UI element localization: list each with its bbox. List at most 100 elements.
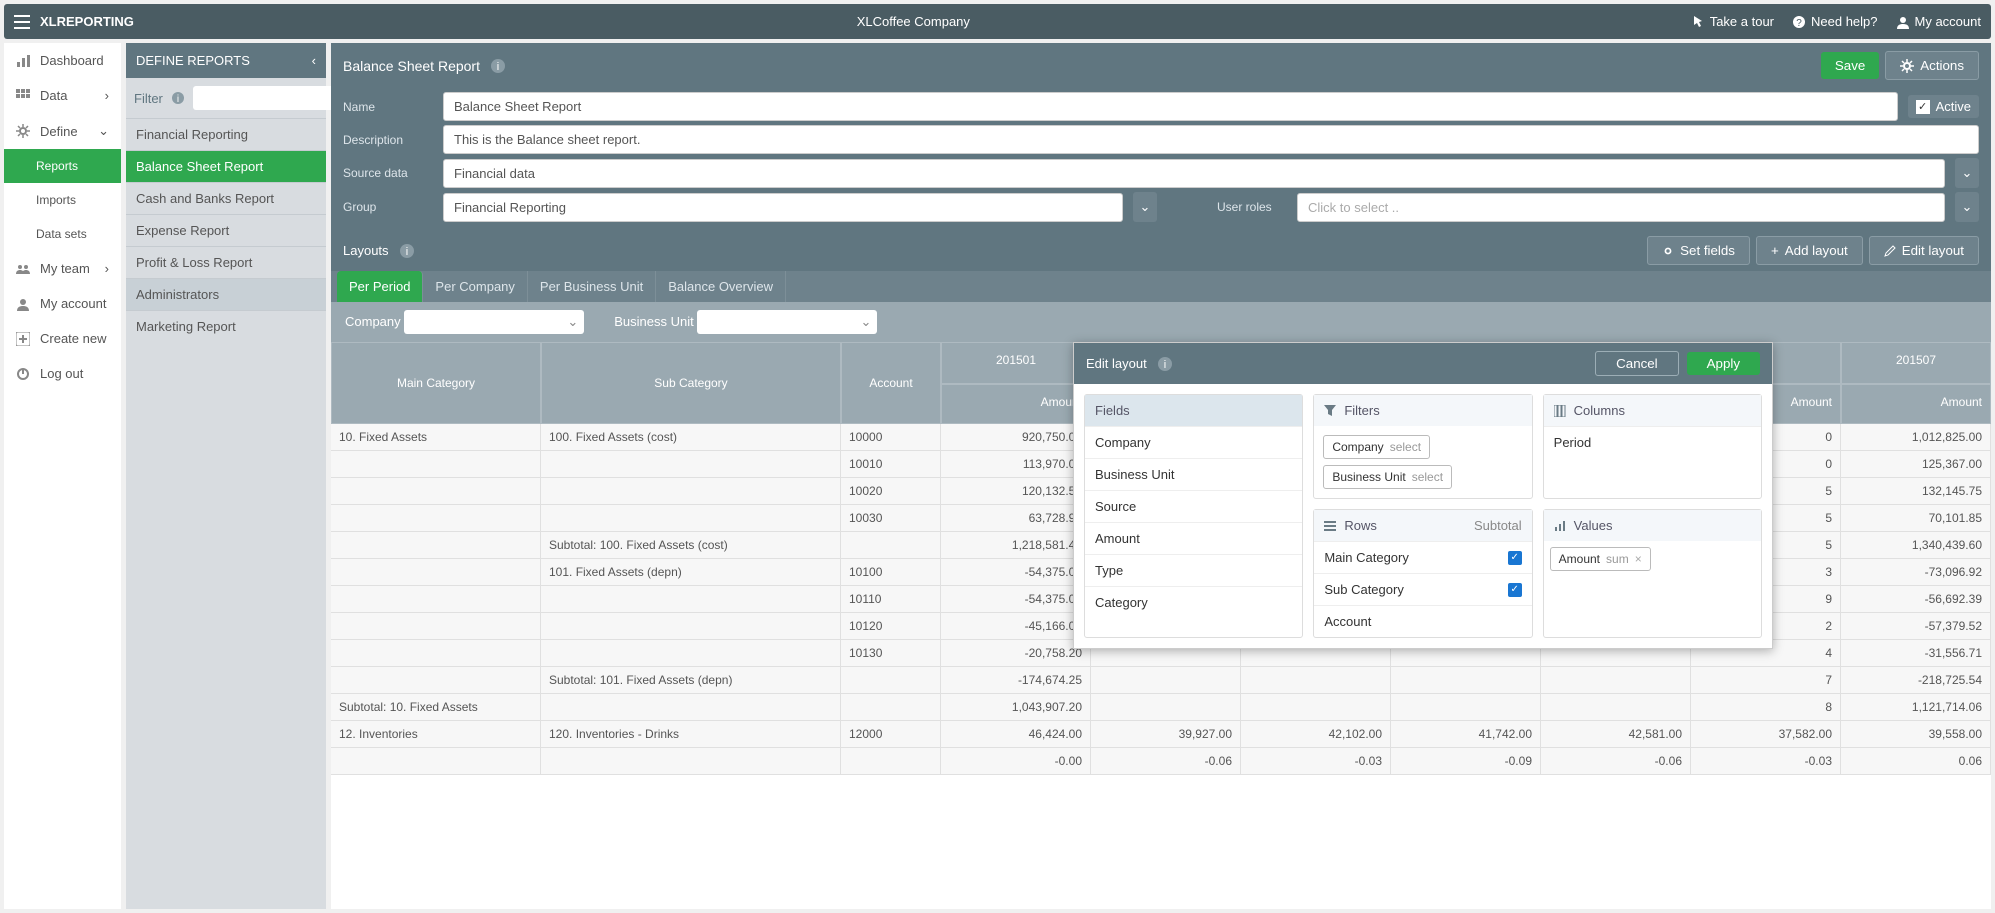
nav-define[interactable]: Define ⌄ [4,113,121,149]
info-icon[interactable]: i [399,243,415,259]
bu-filter-label: Business Unit [614,314,693,329]
chevron-down-icon: ⌄ [98,123,109,139]
field-item[interactable]: Company [1085,426,1302,458]
table-cell [541,748,841,775]
roles-select[interactable]: Click to select .. [1297,193,1945,222]
table-cell [1091,694,1241,721]
value-tag[interactable]: Amount sum × [1550,547,1651,571]
my-account-link[interactable]: My account [1896,14,1981,29]
table-cell: 1,043,907.20 [941,694,1091,721]
column-item[interactable]: Period [1544,426,1761,458]
user-icon [1896,15,1910,29]
tab-per-period[interactable]: Per Period [337,271,423,302]
tab-per-bu[interactable]: Per Business Unit [528,271,656,302]
info-icon[interactable]: i [1157,356,1173,372]
table-cell [1391,694,1541,721]
tab-per-company[interactable]: Per Company [423,271,527,302]
close-icon[interactable]: × [1635,552,1642,566]
table-cell [1241,694,1391,721]
table-cell [1091,667,1241,694]
nav-data[interactable]: Data › [4,78,121,113]
table-cell: 10. Fixed Assets [331,424,541,451]
check-icon[interactable]: ✓ [1508,583,1522,597]
source-input[interactable]: Financial data [443,159,1945,188]
filters-header: Filters [1344,403,1379,418]
filter-icon [1324,405,1336,417]
columns-header: Columns [1574,403,1625,418]
row-item[interactable]: Sub Category✓ [1314,573,1531,605]
roles-dropdown-button[interactable]: ⌄ [1955,192,1979,222]
row-item[interactable]: Main Category✓ [1314,541,1531,573]
info-icon[interactable]: i [490,58,506,74]
table-cell: 70,101.85 [1841,505,1991,532]
save-button[interactable]: Save [1821,52,1879,79]
table-cell: 41,742.00 [1391,721,1541,748]
check-icon[interactable]: ✓ [1508,551,1522,565]
group-dropdown-button[interactable]: ⌄ [1133,192,1157,222]
nav-myteam[interactable]: My team › [4,251,121,286]
table-cell: 10030 [841,505,941,532]
info-icon[interactable]: i [171,91,185,105]
nav-reports[interactable]: Reports [4,149,121,183]
add-layout-button[interactable]: + Add layout [1756,236,1863,265]
desc-label: Description [343,133,433,147]
bu-filter-select[interactable]: ⌄ [697,310,877,334]
field-item[interactable]: Business Unit [1085,458,1302,490]
table-cell: 39,558.00 [1841,721,1991,748]
nav-dashboard[interactable]: Dashboard [4,43,121,78]
table-cell [331,505,541,532]
chevron-left-icon[interactable]: ‹ [312,53,316,68]
report-list-item[interactable]: Administrators [126,278,326,310]
report-list-item[interactable]: Financial Reporting [126,118,326,150]
company-filter-select[interactable]: ⌄ [404,310,584,334]
report-list-item[interactable]: Balance Sheet Report [126,150,326,182]
filter-tag[interactable]: Business Unit select [1323,465,1452,489]
check-icon: ✓ [1916,100,1930,114]
nav-logout[interactable]: Log out [4,356,121,391]
name-input[interactable]: Balance Sheet Report [443,92,1898,121]
table-cell: Subtotal: 100. Fixed Assets (cost) [541,532,841,559]
active-checkbox[interactable]: ✓ Active [1908,95,1979,118]
cancel-button[interactable]: Cancel [1595,351,1679,376]
edit-layout-button[interactable]: Edit layout [1869,236,1979,265]
left-nav: Dashboard Data › Define ⌄ Reports Import… [4,43,121,909]
table-cell [1541,694,1691,721]
take-tour-link[interactable]: Take a tour [1693,14,1774,29]
field-item[interactable]: Type [1085,554,1302,586]
table-cell: 39,927.00 [1091,721,1241,748]
report-list-item[interactable]: Profit & Loss Report [126,246,326,278]
chevron-down-icon: ⌄ [1962,199,1973,215]
company-filter-label: Company [345,314,401,329]
nav-myaccount[interactable]: My account [4,286,121,321]
source-dropdown-button[interactable]: ⌄ [1955,158,1979,188]
field-item[interactable]: Category [1085,586,1302,618]
table-cell: 10120 [841,613,941,640]
report-list-item[interactable]: Cash and Banks Report [126,182,326,214]
chevron-down-icon: ⌄ [1140,199,1151,215]
menu-icon[interactable] [14,15,30,29]
columns-icon [1554,405,1566,417]
help-link[interactable]: ? Need help? [1792,14,1878,29]
report-list-item[interactable]: Marketing Report [126,310,326,342]
report-list-item[interactable]: Expense Report [126,214,326,246]
apply-button[interactable]: Apply [1687,352,1760,375]
table-cell: 125,367.00 [1841,451,1991,478]
table-cell: 37,582.00 [1691,721,1841,748]
filter-tag[interactable]: Company select [1323,435,1430,459]
table-cell: 63,728.95 [941,505,1091,532]
table-cell: -218,725.54 [1841,667,1991,694]
desc-input[interactable]: This is the Balance sheet report. [443,125,1979,154]
edit-layout-overlay: Edit layout i Cancel Apply Fields Compan… [1073,342,1773,649]
row-item[interactable]: Account [1314,605,1531,637]
field-item[interactable]: Source [1085,490,1302,522]
tab-balance-overview[interactable]: Balance Overview [656,271,786,302]
nav-imports[interactable]: Imports [4,183,121,217]
table-cell: -0.06 [1091,748,1241,775]
set-fields-button[interactable]: Set fields [1647,236,1750,265]
group-select[interactable]: Financial Reporting [443,193,1123,222]
field-item[interactable]: Amount [1085,522,1302,554]
nav-createnew[interactable]: Create new [4,321,121,356]
actions-button[interactable]: Actions [1885,51,1979,80]
table-cell: 113,970.00 [941,451,1091,478]
nav-datasets[interactable]: Data sets [4,217,121,251]
